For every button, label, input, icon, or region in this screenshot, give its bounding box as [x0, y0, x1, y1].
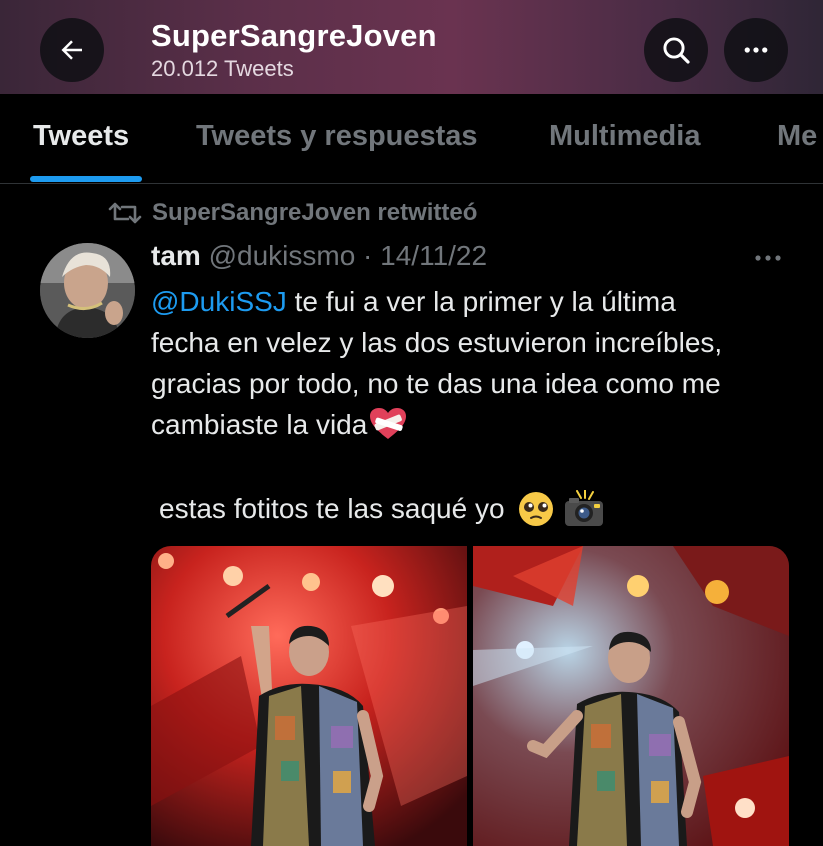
tweet-date[interactable]: 14/11/22 — [380, 240, 487, 271]
tab-tweets-y-respuestas[interactable]: Tweets y respuestas — [196, 120, 478, 153]
retweet-label: SuperSangreJoven retwitteó — [152, 199, 478, 226]
tweet-more-button[interactable] — [748, 245, 788, 271]
tweet-text: @DukiSSJ te fui a ver la primer y la últ… — [151, 281, 791, 445]
search-icon — [663, 37, 690, 64]
tweet-text-line1: te fui a ver la primer y la última — [286, 286, 676, 317]
back-button[interactable] — [40, 18, 104, 82]
more-horizontal-icon — [755, 255, 781, 261]
tweet-header: tam @dukissmo · 14/11/22 — [151, 240, 487, 272]
profile-header: SuperSangreJoven 20.012 Tweets — [0, 0, 823, 94]
tweet-text-second: estas fotitos te las saqué yo — [159, 488, 605, 529]
profile-tabs: Tweets Tweets y respuestas Multimedia Me — [0, 94, 823, 184]
mending-heart-emoji-icon — [370, 407, 407, 439]
tweet-text-body: fecha en velez y las dos estuvieron incr… — [151, 327, 723, 440]
retweet-icon — [108, 202, 142, 224]
more-button[interactable] — [724, 18, 788, 82]
search-button[interactable] — [644, 18, 708, 82]
separator-dot: · — [363, 240, 373, 271]
arrow-left-icon — [61, 40, 82, 60]
tweet-text-second-label: estas fotitos te las saqué yo — [159, 493, 505, 524]
author-handle[interactable]: @dukissmo — [209, 240, 356, 271]
author-name[interactable]: tam — [151, 240, 201, 271]
pleading-face-emoji-icon — [518, 491, 553, 526]
tab-multimedia[interactable]: Multimedia — [549, 120, 700, 153]
tweet-photo-2[interactable] — [473, 546, 789, 846]
tab-me-gusta[interactable]: Me — [777, 120, 817, 153]
camera-flash-emoji-icon — [564, 489, 603, 526]
tweet-photo-1[interactable] — [151, 546, 467, 846]
profile-name: SuperSangreJoven — [151, 18, 437, 53]
tweet-count: 20.012 Tweets — [151, 56, 294, 81]
mention-link[interactable]: @DukiSSJ — [151, 286, 287, 317]
active-tab-indicator — [30, 176, 142, 182]
avatar[interactable] — [40, 243, 135, 338]
tab-tweets[interactable]: Tweets — [33, 120, 129, 153]
retweet-indicator[interactable]: SuperSangreJoven retwitteó — [108, 198, 477, 228]
more-horizontal-icon — [744, 47, 768, 53]
